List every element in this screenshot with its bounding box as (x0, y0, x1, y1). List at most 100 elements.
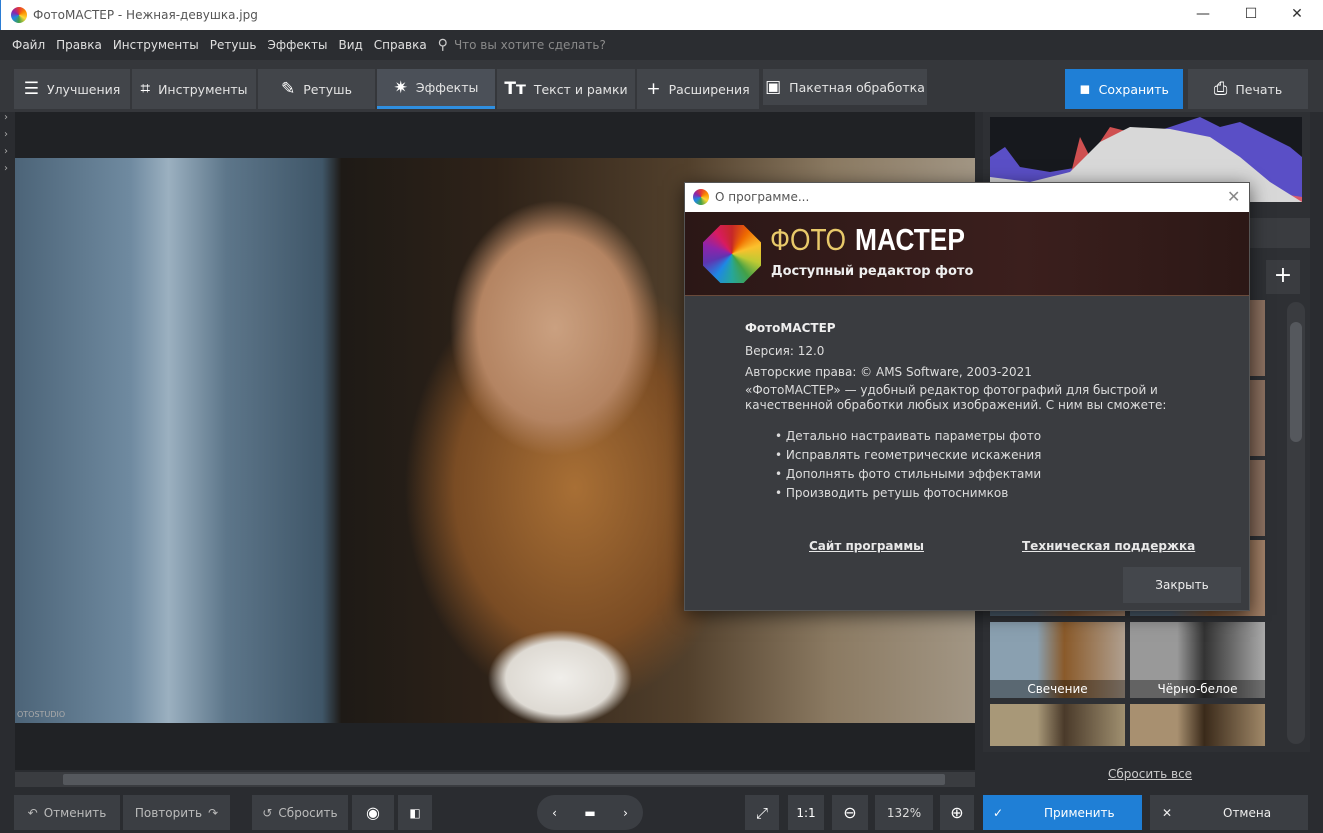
fotomaster-logo (703, 225, 761, 283)
tab-label: Ретушь (303, 81, 352, 97)
tab-enhancements[interactable]: ☰ Улучшения (14, 69, 130, 109)
menu-view[interactable]: Вид (338, 38, 362, 52)
apply-label: Применить (1044, 805, 1115, 820)
website-link[interactable]: Сайт программы (809, 539, 924, 553)
printer-icon: ⎙ (1213, 79, 1228, 99)
apply-button[interactable]: ✓ Применить (983, 795, 1142, 830)
scrollbar-thumb[interactable] (1290, 322, 1302, 442)
dialog-close-button[interactable]: Закрыть (1123, 567, 1241, 603)
plus-icon: + (646, 79, 661, 99)
add-effect-button[interactable]: + (1266, 260, 1300, 294)
redo-button[interactable]: Повторить ↷ (123, 795, 230, 830)
check-icon: ✓ (993, 805, 1004, 820)
close-window-button[interactable]: ✕ (1287, 6, 1307, 22)
zoom-out-button[interactable]: ⊖ (832, 795, 868, 830)
actual-size-label: 1:1 (796, 805, 816, 820)
redo-label: Повторить (134, 805, 203, 820)
zoom-in-button[interactable]: ⊕ (940, 795, 974, 830)
compare-icon: ◧ (409, 805, 421, 820)
file-navigator: ‹ ▬ › (537, 795, 643, 830)
minimize-button[interactable]: — (1193, 6, 1213, 22)
tab-label: Эффекты (415, 80, 479, 95)
reset-all-link[interactable]: Сбросить все (1108, 767, 1192, 781)
menu-effects[interactable]: Эффекты (267, 38, 327, 52)
dialog-title: О программе... (715, 190, 810, 204)
menu-tools[interactable]: Инструменты (113, 38, 199, 52)
brush-icon: ✎ (281, 79, 296, 99)
support-link[interactable]: Техническая поддержка (1022, 539, 1195, 553)
feature-item: • Исправлять геометрические искажения (775, 448, 1042, 462)
app-logo-icon (11, 7, 27, 23)
print-label: Печать (1235, 81, 1283, 97)
print-button[interactable]: ⎙ Печать (1188, 69, 1308, 109)
window-title: ФотоМАСТЕР - Нежная-девушка.jpg (33, 8, 258, 22)
feature-item: • Дополнять фото стильными эффектами (775, 467, 1042, 481)
previous-file-button[interactable]: ‹ (537, 806, 572, 820)
effect-label: Свечение (990, 680, 1125, 698)
save-icon: ▪ (1079, 79, 1091, 99)
save-label: Сохранить (1098, 81, 1169, 97)
command-search[interactable]: ⚲ Что вы хотите сделать? (438, 37, 606, 53)
tab-tools[interactable]: ⌗ Инструменты (132, 69, 256, 109)
menu-bar: Файл Правка Инструменты Ретушь Эффекты В… (0, 30, 1323, 60)
expand-arrow-icon[interactable]: › (4, 163, 15, 174)
sliders-icon: ☰ (23, 79, 39, 99)
search-icon: ⚲ (437, 37, 448, 53)
magic-wand-icon: ✷ (393, 77, 408, 98)
maximize-button[interactable]: ☐ (1241, 6, 1261, 22)
brand-light: ФОТО (770, 222, 846, 257)
expand-arrow-icon[interactable]: › (4, 129, 15, 140)
tab-label: Пакетная обработка (789, 79, 925, 95)
reset-button[interactable]: ↺ Сбросить (252, 795, 348, 830)
folder-button[interactable]: ▬ (572, 806, 608, 820)
menu-retouch[interactable]: Ретушь (210, 38, 257, 52)
effects-scrollbar[interactable] (1287, 302, 1305, 744)
tab-effects[interactable]: ✷ Эффекты (377, 69, 495, 109)
redo-icon: ↷ (208, 805, 219, 820)
scrollbar-thumb[interactable] (63, 774, 945, 785)
next-file-button[interactable]: › (608, 806, 643, 820)
effect-thumb[interactable] (990, 704, 1125, 746)
undo-button[interactable]: ↶ Отменить (14, 795, 120, 830)
compare-button[interactable]: ◧ (398, 795, 432, 830)
folder-icon: ▬ (584, 805, 596, 820)
actual-size-button[interactable]: 1:1 (788, 795, 824, 830)
plus-circle-icon: ⊕ (950, 803, 964, 822)
preview-eye-button[interactable]: ◉ (352, 795, 394, 830)
dialog-close-icon[interactable]: ✕ (1227, 187, 1240, 206)
minus-circle-icon: ⊖ (843, 803, 857, 822)
description-line-1: «ФотоМАСТЕР» — удобный редактор фотограф… (745, 383, 1158, 397)
zoom-level[interactable]: 132% (875, 795, 933, 830)
menu-edit[interactable]: Правка (56, 38, 102, 52)
expand-arrow-icon[interactable]: › (4, 146, 15, 157)
effect-thumb-bw[interactable]: Чёрно-белое (1130, 622, 1265, 698)
description-line-2: качественной обработки любых изображений… (745, 398, 1167, 412)
effect-thumb-glow[interactable]: Свечение (990, 622, 1125, 698)
menu-help[interactable]: Справка (374, 38, 427, 52)
undo-icon: ↶ (27, 805, 38, 820)
crop-icon: ⌗ (140, 79, 151, 99)
copyright: Авторские права: © AMS Software, 2003-20… (745, 365, 1032, 379)
photo-watermark: OTOSTUDIO (17, 710, 66, 719)
brand-bold: МАСТЕР (855, 222, 965, 257)
tab-label: Инструменты (158, 81, 248, 97)
menu-file[interactable]: Файл (12, 38, 45, 52)
tab-extensions[interactable]: + Расширения (637, 69, 759, 109)
tab-label: Расширения (668, 81, 750, 97)
cancel-button[interactable]: ✕ Отмена (1150, 795, 1308, 830)
reset-label: Сбросить (278, 805, 338, 820)
close-icon: ✕ (1162, 805, 1173, 820)
tab-retouch[interactable]: ✎ Ретушь (258, 69, 375, 109)
tab-text-frames[interactable]: Tт Текст и рамки (497, 69, 635, 109)
undo-label: Отменить (43, 805, 107, 820)
batch-processing-button[interactable]: ▣ Пакетная обработка (763, 69, 927, 105)
horizontal-scrollbar[interactable] (15, 772, 975, 787)
save-button[interactable]: ▪ Сохранить (1065, 69, 1183, 109)
app-logo-icon (693, 189, 709, 205)
tab-label: Улучшения (46, 81, 121, 97)
effect-thumb[interactable] (1130, 704, 1265, 746)
fit-screen-button[interactable]: ⤢ (745, 795, 779, 830)
expand-arrow-icon[interactable]: › (4, 112, 15, 123)
eye-icon: ◉ (366, 803, 380, 822)
effect-label: Чёрно-белое (1130, 680, 1265, 698)
